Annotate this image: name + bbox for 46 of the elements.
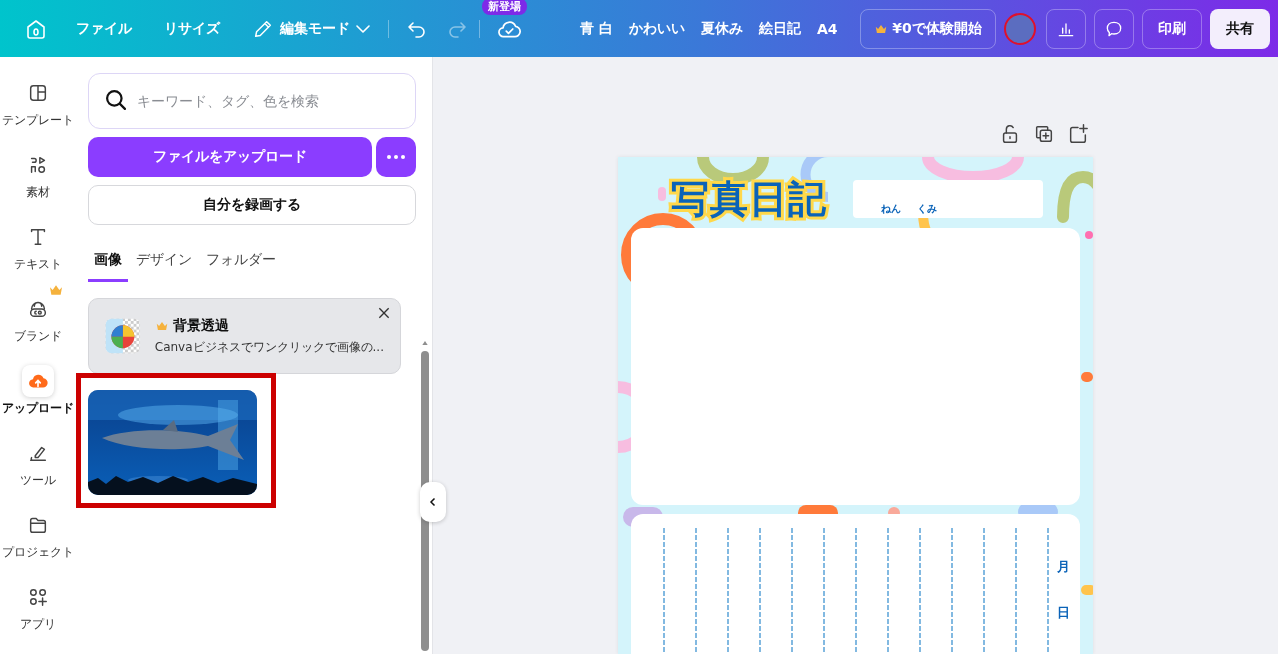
promo-title: 背景透過 — [172, 316, 229, 335]
comment-button[interactable] — [1094, 8, 1134, 49]
sidebar-item[interactable]: アプリ — [0, 581, 76, 633]
tab[interactable]: フォルダー — [200, 247, 282, 282]
add-page-icon — [1067, 123, 1089, 145]
upload-files-button[interactable]: ファイルをアップロード — [88, 137, 372, 177]
search-field[interactable]: キーワード、タグ、色を検索 — [88, 73, 416, 129]
new-badge: 新登場 — [482, 0, 527, 15]
print-button[interactable]: 印刷 — [1142, 8, 1202, 49]
sidebar-item[interactable]: テンプレート — [0, 77, 76, 129]
apps-icon — [27, 586, 49, 608]
sidebar-item[interactable]: プロジェクト — [0, 509, 76, 561]
search-icon — [106, 90, 126, 110]
collapse-panel-button[interactable] — [420, 482, 446, 522]
chevron-down-icon — [356, 24, 370, 33]
add-page-button[interactable] — [1067, 123, 1089, 145]
sidebar-item[interactable]: ツール — [0, 437, 76, 489]
sidebar-item[interactable]: 素材 — [0, 149, 76, 201]
scroll-up-icon — [420, 339, 430, 347]
share-button[interactable]: 共有 — [1210, 8, 1270, 49]
name-label: くみ — [917, 202, 937, 216]
analytics-button[interactable] — [1046, 8, 1086, 49]
date-label: 日 — [1057, 604, 1070, 622]
design-tag: 絵日記 — [750, 19, 809, 38]
duplicate-button[interactable] — [1033, 123, 1055, 145]
date-label: 月 — [1057, 558, 1070, 576]
more-icon — [387, 155, 405, 159]
name-label: ねん — [881, 202, 901, 216]
crown-icon — [50, 285, 62, 295]
design-tag: 青 白 — [572, 19, 621, 38]
design-tag: A4 — [808, 20, 846, 37]
promo-text: Canvaビジネスでワンクリックで画像の... — [154, 338, 384, 356]
tab[interactable]: デザイン — [130, 247, 198, 282]
duplicate-icon — [1033, 123, 1055, 145]
more-button[interactable] — [376, 137, 416, 177]
record-yourself-button[interactable]: 自分を録画する — [88, 185, 416, 225]
close-icon — [376, 305, 392, 321]
design-tag: かわいい — [620, 19, 693, 38]
sidebar-item[interactable]: ブランド — [0, 293, 76, 345]
tab[interactable]: 画像 — [88, 247, 128, 282]
design-tag: 夏休み — [692, 19, 751, 38]
diary-title: 写真日記 — [671, 180, 827, 218]
sidebar-item[interactable]: テキスト — [0, 221, 76, 273]
sidebar-item[interactable]: アップロード — [0, 365, 76, 417]
template-icon — [27, 82, 49, 104]
trial-button[interactable]: ¥0で体験開始 — [860, 8, 996, 49]
